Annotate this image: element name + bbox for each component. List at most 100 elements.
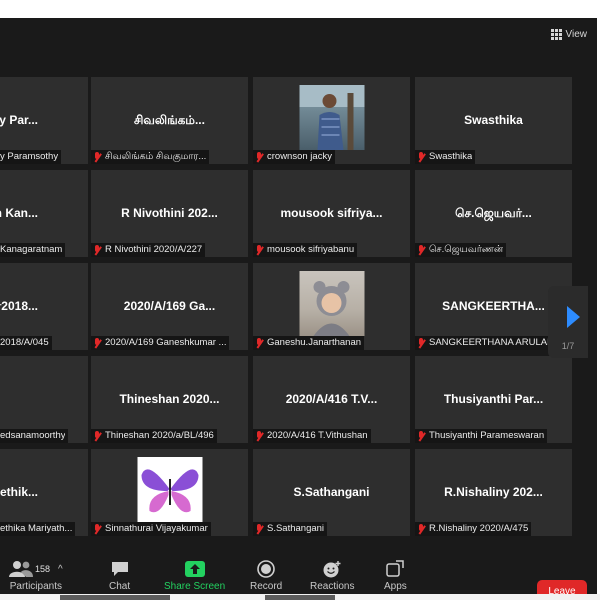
participant-display-name: R Nivothini 202... bbox=[121, 206, 218, 220]
muted-mic-icon bbox=[255, 244, 264, 256]
participant-display-name: Thusiyanthi Par... bbox=[443, 392, 544, 406]
participant-name: சிவலிங்கம் சிவகுமார... bbox=[105, 151, 207, 162]
muted-mic-icon bbox=[417, 337, 426, 349]
participant-tile[interactable]: edsanamoorthy bbox=[0, 356, 88, 443]
taskbar-strip bbox=[0, 594, 600, 600]
participant-display-name: han Kan... bbox=[0, 206, 38, 220]
chat-label: Chat bbox=[109, 581, 131, 592]
participant-display-name: லா2018... bbox=[0, 299, 38, 313]
view-label: View bbox=[565, 28, 588, 40]
apps-label: Apps bbox=[384, 581, 407, 592]
participant-tile[interactable]: crownson jacky bbox=[253, 77, 410, 164]
participant-name-label: Thusiyanthi Parameswaran bbox=[415, 429, 548, 443]
participant-name-label: Thineshan 2020/a/BL/496 bbox=[91, 429, 217, 443]
participant-name-label: R.Nishaliny 2020/A/475 bbox=[415, 522, 532, 536]
participant-name: S.Sathangani bbox=[267, 523, 325, 534]
share-screen-icon bbox=[184, 561, 205, 577]
participant-name-label: Ganeshu.Janarthanan bbox=[253, 336, 365, 350]
participant-name: Thineshan 2020/a/BL/496 bbox=[105, 430, 214, 441]
participant-name-label: edsanamoorthy bbox=[0, 429, 69, 443]
participant-display-name: rsiny Par... bbox=[0, 113, 38, 127]
participant-name: R.Nishaliny 2020/A/475 bbox=[429, 523, 529, 534]
participant-tile[interactable]: Ganeshu.Janarthanan bbox=[253, 263, 410, 350]
participant-display-name: R.Nishaliny 202... bbox=[444, 485, 543, 499]
participant-tile[interactable]: Thineshan 2020... Thineshan 2020/a/BL/496 bbox=[91, 356, 248, 443]
apps-icon bbox=[386, 560, 405, 577]
muted-mic-icon bbox=[93, 151, 102, 163]
participants-button[interactable]: 158 ^ Participants bbox=[9, 558, 63, 592]
participant-display-name: Nivethik... bbox=[0, 485, 38, 499]
participant-name: செ.ஜெயவர்ணன் bbox=[429, 244, 504, 255]
participant-tile[interactable]: mousook sifriya... mousook sifriyabanu bbox=[253, 170, 410, 257]
muted-mic-icon bbox=[417, 151, 426, 163]
record-label: Record bbox=[250, 581, 283, 592]
muted-mic-icon bbox=[255, 151, 264, 163]
participant-tile[interactable]: Thusiyanthi Par... Thusiyanthi Parameswar… bbox=[415, 356, 572, 443]
participant-name: 2018/A/045 bbox=[0, 337, 49, 348]
participant-name-label: சிவலிங்கம் சிவகுமார... bbox=[91, 150, 210, 164]
participant-tile[interactable]: Swasthika Swasthika bbox=[415, 77, 572, 164]
participant-name: edsanamoorthy bbox=[0, 430, 66, 441]
share-screen-button[interactable]: Share Screen bbox=[164, 558, 225, 592]
participant-name-label: crownson jacky bbox=[253, 150, 335, 164]
participant-video bbox=[299, 271, 364, 336]
next-page-button[interactable]: 1/7 bbox=[548, 286, 588, 358]
participant-name-label: S.Sathangani bbox=[253, 522, 328, 536]
muted-mic-icon bbox=[93, 430, 102, 442]
participant-name: ethika Mariyath... bbox=[0, 523, 73, 534]
participant-tile[interactable]: rsiny Par... y Paramsothy bbox=[0, 77, 88, 164]
reactions-button[interactable]: Reactions bbox=[310, 558, 354, 592]
participant-tile[interactable]: சிவலிங்கம்... சிவலிங்கம் சிவகுமார... bbox=[91, 77, 248, 164]
participant-name-label: Sinnathurai Vijayakumar bbox=[91, 522, 211, 536]
participant-tile[interactable]: han Kan... Kanagaratnam bbox=[0, 170, 88, 257]
participant-name-label: செ.ஜெயவர்ணன் bbox=[415, 243, 507, 257]
participant-display-name: Swasthika bbox=[464, 113, 523, 127]
participant-tile[interactable]: R.Nishaliny 202... R.Nishaliny 2020/A/475 bbox=[415, 449, 572, 536]
next-arrow-icon bbox=[567, 306, 580, 328]
participant-count: 158 bbox=[35, 564, 51, 574]
page-indicator: 1/7 bbox=[561, 341, 575, 351]
participant-name: Thusiyanthi Parameswaran bbox=[429, 430, 545, 441]
muted-mic-icon bbox=[417, 430, 426, 442]
grid-icon bbox=[550, 28, 562, 40]
muted-mic-icon bbox=[93, 337, 102, 349]
participant-name: Swasthika bbox=[429, 151, 473, 162]
participant-name: Ganeshu.Janarthanan bbox=[267, 337, 362, 348]
participant-name: y Paramsothy bbox=[0, 151, 59, 162]
participant-tile[interactable]: Nivethik... ethika Mariyath... bbox=[0, 449, 88, 536]
participant-tile[interactable]: Sinnathurai Vijayakumar bbox=[91, 449, 248, 536]
participant-name-label: Kanagaratnam bbox=[0, 243, 66, 257]
participant-tile[interactable]: R Nivothini 202... R Nivothini 2020/A/227 bbox=[91, 170, 248, 257]
chevron-up-icon[interactable]: ^ bbox=[58, 564, 63, 575]
participant-tile[interactable]: செ.ஜெயவர்... செ.ஜெயவர்ணன் bbox=[415, 170, 572, 257]
participant-name: R Nivothini 2020/A/227 bbox=[105, 244, 203, 255]
participants-label: Participants bbox=[9, 581, 62, 592]
record-icon bbox=[257, 560, 275, 578]
chat-button[interactable]: Chat bbox=[109, 558, 130, 592]
participant-name: Kanagaratnam bbox=[0, 244, 63, 255]
muted-mic-icon bbox=[255, 337, 264, 349]
participants-icon bbox=[9, 561, 33, 577]
participant-tile[interactable]: 2020/A/416 T.V... 2020/A/416 T.Vithushan bbox=[253, 356, 410, 443]
muted-mic-icon bbox=[93, 244, 102, 256]
participant-display-name: 2020/A/416 T.V... bbox=[285, 392, 378, 406]
reactions-icon bbox=[323, 561, 341, 578]
participant-name: mousook sifriyabanu bbox=[267, 244, 355, 255]
record-button[interactable]: Record bbox=[250, 558, 282, 592]
reactions-label: Reactions bbox=[310, 581, 355, 592]
participant-name: SANGKEERTHANA ARULAN... bbox=[429, 337, 562, 348]
apps-button[interactable]: Apps bbox=[384, 558, 407, 592]
muted-mic-icon bbox=[417, 523, 426, 535]
participant-display-name: 2020/A/169 Ga... bbox=[123, 299, 216, 313]
participant-name-label: 2018/A/045 bbox=[0, 336, 52, 350]
participant-name-label: 2020/A/169 Ganeshkumar ... bbox=[91, 336, 230, 350]
meeting-window: View rsiny Par... y Paramsothy சிவலிங்கம்.… bbox=[0, 18, 597, 600]
participant-display-name: S.Sathangani bbox=[293, 485, 370, 499]
share-screen-label: Share Screen bbox=[164, 581, 226, 592]
view-button[interactable]: View bbox=[550, 26, 588, 42]
participant-video bbox=[299, 85, 364, 150]
participant-tile[interactable]: லா2018... 2018/A/045 bbox=[0, 263, 88, 350]
participant-tile[interactable]: S.Sathangani S.Sathangani bbox=[253, 449, 410, 536]
participant-tile[interactable]: 2020/A/169 Ga... 2020/A/169 Ganeshkumar .… bbox=[91, 263, 248, 350]
participant-name-label: Swasthika bbox=[415, 150, 476, 164]
